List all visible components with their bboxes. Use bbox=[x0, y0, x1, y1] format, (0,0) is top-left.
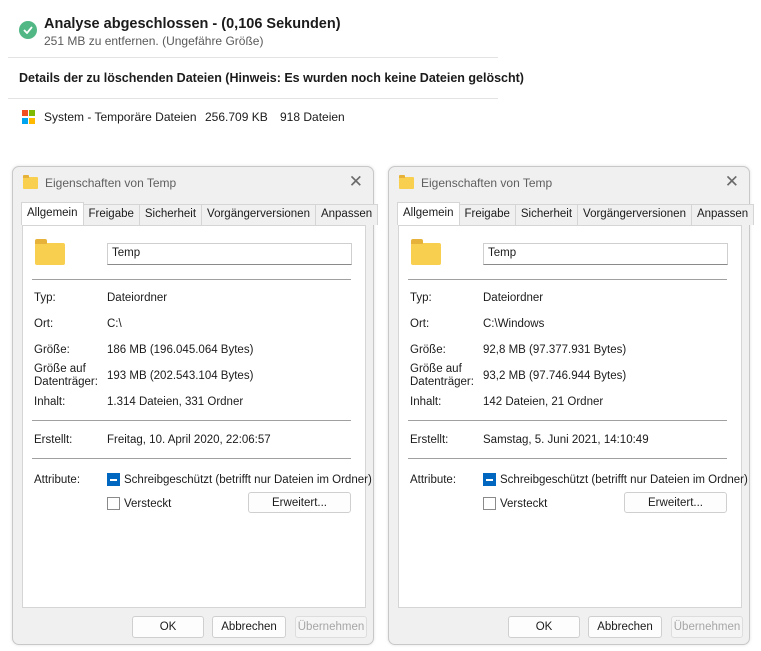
tab-sicherheit[interactable]: Sicherheit bbox=[514, 204, 579, 225]
readonly-checkbox[interactable]: Schreibgeschützt (betrifft nur Dateien i… bbox=[483, 473, 748, 486]
analysis-title: Analyse abgeschlossen - (0,106 Sekunden) bbox=[44, 16, 341, 32]
type-label: Typ: bbox=[34, 292, 56, 304]
tab-anpassen[interactable]: Anpassen bbox=[690, 204, 755, 225]
created-value: Samstag, 5. Juni 2021, 14:10:49 bbox=[483, 434, 649, 446]
category-count: 918 Dateien bbox=[280, 110, 345, 124]
type-value: Dateiordner bbox=[483, 292, 544, 304]
size-label: Größe: bbox=[34, 344, 70, 356]
advanced-button[interactable]: Erweitert... bbox=[624, 492, 727, 513]
disk-size-label: Größe auf Datenträger: bbox=[34, 363, 98, 388]
general-panel: Temp Typ: Dateiordner Ort: C:\ Größe: 18… bbox=[22, 225, 372, 608]
divider bbox=[408, 420, 727, 421]
size-value: 186 MB (196.045.064 Bytes) bbox=[107, 344, 254, 356]
type-value: Dateiordner bbox=[107, 292, 168, 304]
location-label: Ort: bbox=[410, 318, 430, 330]
folder-icon bbox=[399, 175, 414, 189]
size-label: Größe: bbox=[410, 344, 446, 356]
tab-allgemein[interactable]: Allgemein bbox=[21, 202, 84, 225]
properties-dialog-1: Eigenschaften von Temp ✕ Allgemein Freig… bbox=[12, 166, 379, 645]
size-value: 92,8 MB (97.377.931 Bytes) bbox=[483, 344, 627, 356]
hidden-checkbox[interactable]: Versteckt bbox=[107, 497, 171, 510]
divider bbox=[8, 57, 498, 58]
created-value: Freitag, 10. April 2020, 22:06:57 bbox=[107, 434, 271, 446]
category-name: System - Temporäre Dateien bbox=[44, 110, 197, 124]
checkbox-indeterminate-icon bbox=[107, 473, 120, 486]
tab-bar: Allgemein Freigabe Sicherheit Vorgängerv… bbox=[21, 202, 379, 225]
close-icon[interactable]: ✕ bbox=[725, 172, 739, 192]
apply-button[interactable]: Übernehmen bbox=[295, 616, 367, 638]
tab-bar: Allgemein Freigabe Sicherheit Vorgängerv… bbox=[397, 202, 755, 225]
disk-size-value: 193 MB (202.543.104 Bytes) bbox=[107, 370, 254, 382]
folder-name-input[interactable]: Temp bbox=[107, 243, 352, 265]
divider bbox=[408, 279, 727, 280]
checkbox-empty-icon bbox=[107, 497, 120, 510]
disk-size-label: Größe auf Datenträger: bbox=[410, 363, 474, 388]
type-label: Typ: bbox=[410, 292, 432, 304]
dialog-title: Eigenschaften von Temp bbox=[23, 175, 176, 190]
cancel-button[interactable]: Abbrechen bbox=[588, 616, 662, 638]
tab-allgemein[interactable]: Allgemein bbox=[397, 202, 460, 225]
checkbox-empty-icon bbox=[483, 497, 496, 510]
location-label: Ort: bbox=[34, 318, 54, 330]
dialog-title: Eigenschaften von Temp bbox=[399, 175, 552, 190]
tab-anpassen[interactable]: Anpassen bbox=[314, 204, 379, 225]
windows-logo-icon bbox=[22, 110, 36, 124]
folder-icon bbox=[411, 239, 441, 265]
advanced-button[interactable]: Erweitert... bbox=[248, 492, 351, 513]
folder-icon bbox=[23, 175, 38, 189]
hidden-checkbox[interactable]: Versteckt bbox=[483, 497, 547, 510]
created-label: Erstellt: bbox=[410, 434, 449, 446]
divider bbox=[32, 279, 351, 280]
readonly-checkbox[interactable]: Schreibgeschützt (betrifft nur Dateien i… bbox=[107, 473, 372, 486]
ok-button[interactable]: OK bbox=[132, 616, 204, 638]
details-heading: Details der zu löschenden Dateien (Hinwe… bbox=[19, 71, 524, 85]
analysis-subtitle: 251 MB zu entfernen. (Ungefähre Größe) bbox=[44, 34, 264, 48]
general-panel: Temp Typ: Dateiordner Ort: C:\Windows Gr… bbox=[398, 225, 748, 608]
contents-value: 1.314 Dateien, 331 Ordner bbox=[107, 396, 244, 408]
divider bbox=[8, 98, 498, 99]
attributes-label: Attribute: bbox=[34, 474, 81, 486]
tab-freigabe[interactable]: Freigabe bbox=[82, 204, 140, 225]
attributes-label: Attribute: bbox=[410, 474, 457, 486]
contents-label: Inhalt: bbox=[34, 396, 66, 408]
contents-label: Inhalt: bbox=[410, 396, 442, 408]
divider bbox=[408, 458, 727, 459]
ok-button[interactable]: OK bbox=[508, 616, 580, 638]
folder-name-input[interactable]: Temp bbox=[483, 243, 728, 265]
apply-button[interactable]: Übernehmen bbox=[671, 616, 743, 638]
location-value: C:\ bbox=[107, 318, 122, 330]
checkbox-indeterminate-icon bbox=[483, 473, 496, 486]
disk-size-value: 93,2 MB (97.746.944 Bytes) bbox=[483, 370, 627, 382]
properties-dialog-2: Eigenschaften von Temp ✕ Allgemein Freig… bbox=[388, 166, 755, 645]
tab-freigabe[interactable]: Freigabe bbox=[458, 204, 516, 225]
close-icon[interactable]: ✕ bbox=[349, 172, 363, 192]
divider bbox=[32, 458, 351, 459]
tab-vorgaengerversionen[interactable]: Vorgängerversionen bbox=[201, 204, 316, 225]
tab-vorgaengerversionen[interactable]: Vorgängerversionen bbox=[577, 204, 692, 225]
location-value: C:\Windows bbox=[483, 318, 545, 330]
check-circle-icon bbox=[19, 21, 37, 39]
analysis-status: Analyse abgeschlossen - (0,106 Sekunden)… bbox=[19, 15, 341, 48]
created-label: Erstellt: bbox=[34, 434, 73, 446]
divider bbox=[32, 420, 351, 421]
category-row[interactable]: System - Temporäre Dateien 256.709 KB 91… bbox=[22, 110, 345, 124]
contents-value: 142 Dateien, 21 Ordner bbox=[483, 396, 604, 408]
tab-sicherheit[interactable]: Sicherheit bbox=[138, 204, 203, 225]
cancel-button[interactable]: Abbrechen bbox=[212, 616, 286, 638]
category-size: 256.709 KB bbox=[205, 110, 268, 124]
folder-icon bbox=[35, 239, 65, 265]
